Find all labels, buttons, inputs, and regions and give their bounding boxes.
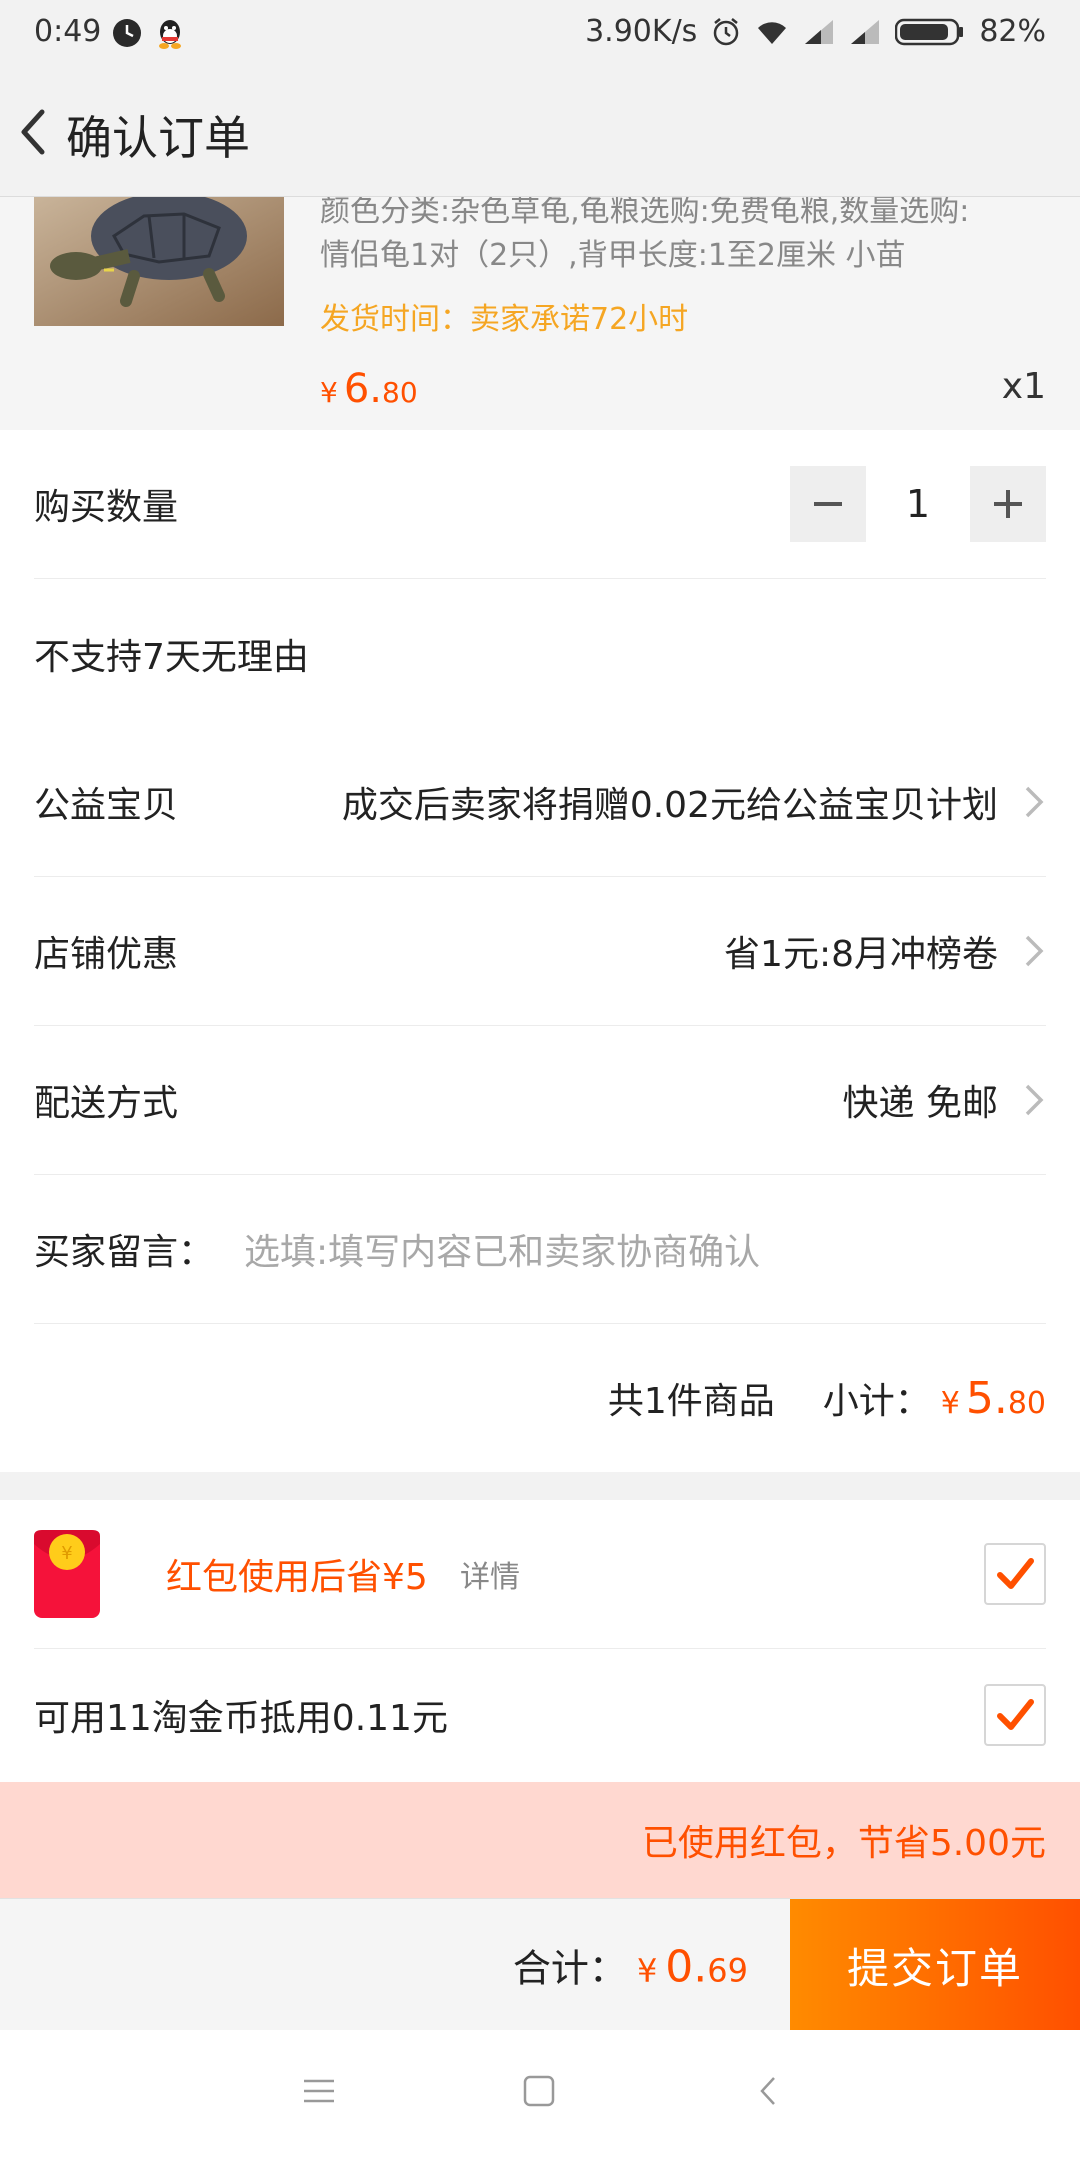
checkout-footer: 合计： ¥0.69 提交订单 <box>0 1898 1080 2031</box>
currency-symbol: ¥ <box>940 1386 960 1421</box>
quantity-value[interactable]: 1 <box>866 482 970 526</box>
total-dec: 69 <box>707 1951 748 1990</box>
battery-icon <box>895 18 964 45</box>
total: 合计： ¥0.69 <box>513 1938 748 1993</box>
menu-icon[interactable] <box>302 2074 336 2108</box>
increase-button[interactable] <box>970 466 1046 542</box>
shipping-time: 发货时间：卖家承诺72小时 <box>320 302 689 337</box>
product-quantity: x1 <box>1001 366 1046 407</box>
minus-icon <box>814 502 842 506</box>
delivery-value: 快递 免邮 <box>842 1083 998 1124</box>
spec-line: 情侣龟1对（2只）,背甲长度:1至2厘米 小苗 <box>320 238 906 273</box>
coins-row[interactable]: 可用11淘金币抵用0.11元 <box>34 1648 1046 1782</box>
no-return-label: 不支持7天无理由 <box>34 637 309 678</box>
redpacket-text: 红包使用后省¥5 <box>166 1557 428 1598</box>
check-icon <box>997 1699 1034 1730</box>
subtotal-label: 小计： <box>822 1381 931 1422</box>
currency-symbol: ¥ <box>320 376 338 409</box>
subtotal-row: 共1件商品 小计： ¥5.80 <box>34 1324 1046 1472</box>
buyer-message-row[interactable]: 买家留言： 选填:填写内容已和卖家协商确认 <box>34 1175 1046 1324</box>
back-icon[interactable] <box>752 2074 786 2108</box>
signal-icon-2 <box>851 19 880 44</box>
no-return-row: 不支持7天无理由 <box>34 580 1046 728</box>
savings-notice-text: 已使用红包，节省5.00元 <box>641 1823 1046 1864</box>
coupon-value: 省1元:8月冲榜卷 <box>724 934 998 975</box>
alarm-icon <box>714 17 739 45</box>
quantity-label: 购买数量 <box>34 487 179 528</box>
charity-row[interactable]: 公益宝贝 成交后卖家将捐赠0.02元给公益宝贝计划 <box>34 728 1046 877</box>
nav-bar: 确认订单 <box>0 68 1080 197</box>
product-spec: 颜色分类:杂色草龟,龟粮选购:免费龟粮,数量选购: 情侣龟1对（2只）,背甲长度… <box>320 196 1040 278</box>
chevron-left-icon[interactable] <box>8 98 64 166</box>
chevron-right-icon <box>1025 1084 1044 1116</box>
redpacket-checkbox[interactable] <box>984 1543 1046 1605</box>
quantity-row: 购买数量 1 <box>34 430 1046 579</box>
net-speed: 3.90K/s <box>585 14 698 49</box>
coins-checkbox[interactable] <box>984 1684 1046 1746</box>
page-title: 确认订单 <box>66 111 250 165</box>
submit-order-button[interactable]: 提交订单 <box>790 1899 1080 2031</box>
spec-line: 颜色分类:杂色草龟,龟粮选购:免费龟粮,数量选购: <box>320 196 970 229</box>
currency-symbol: ¥ <box>636 1951 658 1990</box>
total-amount: ¥0.69 <box>637 1942 748 1993</box>
delivery-row[interactable]: 配送方式 快递 免邮 <box>34 1026 1046 1175</box>
item-count: 共1件商品 <box>607 1381 775 1422</box>
coupon-label: 店铺优惠 <box>34 934 179 975</box>
section-divider <box>0 1472 1080 1500</box>
red-packet-icon: ¥ <box>34 1530 100 1618</box>
delivery-label: 配送方式 <box>34 1083 179 1124</box>
status-time: 0:49 <box>34 14 102 49</box>
savings-notice: 已使用红包，节省5.00元 <box>0 1782 1080 1898</box>
plus-icon <box>994 490 1022 518</box>
chevron-right-icon <box>1025 935 1044 967</box>
shop-coupon-row[interactable]: 店铺优惠 省1元:8月冲榜卷 <box>34 877 1046 1026</box>
message-label: 买家留言： <box>34 1232 215 1273</box>
battery-percent: 82% <box>979 14 1046 49</box>
redpacket-row[interactable]: ¥ 红包使用后省¥5 详情 <box>34 1500 1046 1649</box>
product-price: ¥6.80 <box>320 366 418 412</box>
check-icon <box>997 1558 1034 1589</box>
status-right: 3.90K/s 82% <box>585 14 1046 49</box>
system-nav-bar <box>0 2030 1080 2160</box>
charity-label: 公益宝贝 <box>34 785 179 826</box>
product-image[interactable] <box>34 196 284 326</box>
wifi-icon <box>758 21 787 44</box>
clock-app-icon <box>113 19 141 47</box>
subtotal: 共1件商品 小计： ¥5.80 <box>608 1372 1046 1424</box>
signal-icon <box>805 19 834 44</box>
product-card[interactable]: 颜色分类:杂色草龟,龟粮选购:免费龟粮,数量选购: 情侣龟1对（2只）,背甲长度… <box>0 196 1080 430</box>
redpacket-detail-link[interactable]: 详情 <box>460 1552 520 1596</box>
price-int: 6. <box>343 366 382 412</box>
coins-text: 可用11淘金币抵用0.11元 <box>34 1698 448 1739</box>
message-input[interactable]: 选填:填写内容已和卖家协商确认 <box>244 1223 760 1275</box>
decrease-button[interactable] <box>790 466 866 542</box>
qq-icon <box>159 20 181 49</box>
quantity-stepper: 1 <box>790 466 1046 542</box>
subtotal-dec: 80 <box>1007 1386 1046 1421</box>
total-int: 0. <box>665 1941 708 1993</box>
total-label: 合计： <box>512 1946 627 1991</box>
charity-value: 成交后卖家将捐赠0.02元给公益宝贝计划 <box>341 785 998 826</box>
home-icon[interactable] <box>522 2074 556 2108</box>
chevron-right-icon <box>1025 786 1044 818</box>
status-bar: 0:49 3.90K/s 82% <box>0 0 1080 68</box>
subtotal-int: 5. <box>965 1373 1008 1424</box>
price-dec: 80 <box>382 376 418 409</box>
subtotal-amount: ¥5.80 <box>941 1373 1046 1424</box>
svg-text:¥: ¥ <box>61 1543 72 1564</box>
